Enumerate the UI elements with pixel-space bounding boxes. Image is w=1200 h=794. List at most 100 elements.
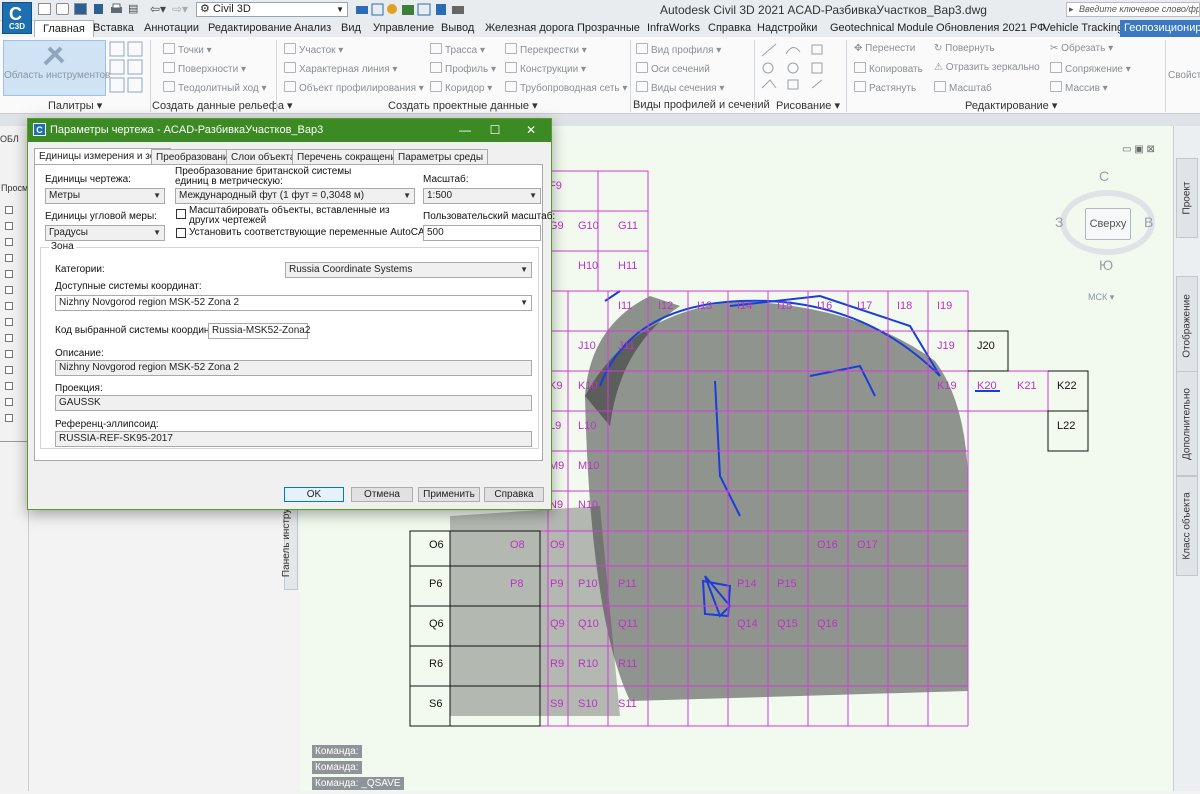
array-button[interactable]: Массив ▾	[1050, 81, 1108, 94]
tree-expander[interactable]	[5, 222, 13, 230]
tab-manage[interactable]: Управление	[373, 20, 434, 37]
viewport-window-controls[interactable]: ▭ ▣ ⊠	[1122, 144, 1155, 155]
design-panel-title[interactable]: Создать проектные данные ▾	[388, 99, 538, 112]
tab-infraworks[interactable]: InfraWorks	[647, 20, 700, 37]
tab-addins[interactable]: Надстройки	[757, 20, 817, 37]
tab-view[interactable]: Вид	[341, 20, 361, 37]
tab-object-class[interactable]: Класс объекта	[1176, 476, 1198, 576]
draw-panel-title[interactable]: Рисование ▾	[776, 99, 840, 112]
tab-display[interactable]: Отображение	[1176, 276, 1198, 376]
viewcube-north[interactable]: С	[1099, 168, 1109, 184]
tree-expander[interactable]	[5, 238, 13, 246]
tree-expander[interactable]	[5, 350, 13, 358]
tab-annotate[interactable]: Аннотации	[144, 20, 199, 37]
viewcube-east[interactable]: В	[1144, 214, 1153, 230]
scale-button[interactable]: Масштаб	[934, 81, 992, 94]
profile-button[interactable]: Профиль ▾	[430, 62, 496, 75]
move-button[interactable]: ✥ Перенести	[854, 43, 915, 54]
tree-expander[interactable]	[5, 334, 13, 342]
ok-button[interactable]: OK	[284, 487, 344, 502]
profile-view-button[interactable]: Вид профиля ▾	[636, 43, 721, 56]
close-button[interactable]: ✕	[516, 121, 546, 139]
tree-expander[interactable]	[5, 286, 13, 294]
imperial-conversion-select[interactable]: Международный фут (1 фут = 0,3048 м) ▼	[175, 188, 415, 204]
tab-ambient-settings[interactable]: Параметры среды	[393, 149, 489, 165]
points-button[interactable]: Точки ▾	[163, 43, 212, 56]
available-systems-select[interactable]: Nizhny Novgorod region MSK-52 Zona 2 ▼	[55, 295, 532, 311]
alignment-button[interactable]: Трасса ▾	[430, 43, 485, 56]
parcel-button[interactable]: Участок ▾	[284, 43, 343, 56]
rotate-button[interactable]: ↻ Повернуть	[934, 43, 995, 54]
minimize-button[interactable]: —	[450, 121, 480, 139]
batch-plot-icon[interactable]: ▤	[128, 2, 138, 15]
tree-expander[interactable]	[5, 270, 13, 278]
tree-expander[interactable]	[5, 414, 13, 422]
viewcube-top-face[interactable]: Сверху	[1085, 208, 1131, 240]
categories-select[interactable]: Russia Coordinate Systems ▼	[285, 262, 532, 278]
tab-vehicle-tracking[interactable]: Vehicle Tracking	[1043, 20, 1123, 37]
tab-output[interactable]: Вывод	[441, 20, 474, 37]
tab-geopositioning[interactable]: Геопозиционир	[1120, 20, 1200, 37]
pipe-network-button[interactable]: Трубопроводная сеть ▾	[505, 81, 627, 94]
properties-button[interactable]: Свойст	[1168, 70, 1200, 81]
tab-railway[interactable]: Железная дорога	[485, 20, 574, 37]
search-input[interactable]: ▸ Введите ключевое слово/фразу	[1066, 2, 1200, 17]
app-menu-button[interactable]: C C3D	[2, 2, 32, 34]
scale-objects-checkbox[interactable]	[176, 209, 186, 219]
dialog-title-bar[interactable]: C Параметры чертежа - ACAD-РазбивкаУчаст…	[28, 119, 551, 142]
custom-scale-input[interactable]: 500	[423, 225, 541, 241]
tab-updates[interactable]: Обновления 2021 РФ	[936, 20, 1046, 37]
tab-project[interactable]: Проект	[1176, 158, 1198, 238]
apply-button[interactable]: Применить	[418, 487, 480, 502]
tab-transparent[interactable]: Прозрачные	[577, 20, 640, 37]
tree-expander[interactable]	[5, 382, 13, 390]
workspace-select[interactable]: ⚙ Civil 3D ▼	[196, 2, 348, 17]
terrain-panel-title[interactable]: Создать данные рельефа ▾	[152, 99, 293, 112]
open-file-icon[interactable]	[56, 3, 69, 15]
surfaces-button[interactable]: Поверхности ▾	[163, 62, 246, 75]
traverse-button[interactable]: Теодолитный ход ▾	[163, 81, 267, 94]
tree-expander[interactable]	[5, 318, 13, 326]
intersections-button[interactable]: Перекрестки ▾	[505, 43, 587, 56]
tree-expander[interactable]	[5, 206, 13, 214]
viewcube-west[interactable]: З	[1055, 214, 1063, 230]
scale-select[interactable]: 1:500 ▼	[423, 188, 541, 204]
save-icon[interactable]	[74, 3, 87, 15]
structures-button[interactable]: Конструкции ▾	[505, 62, 586, 75]
drawing-units-select[interactable]: Метры ▼	[45, 188, 165, 204]
copy-button[interactable]: Копировать	[854, 62, 923, 75]
selected-code-field[interactable]: Russia-MSK52-Zona2	[208, 323, 310, 339]
tab-help[interactable]: Справка	[708, 20, 751, 37]
undo-icon[interactable]: ⇦▾	[150, 2, 166, 16]
tree-expander[interactable]	[5, 398, 13, 406]
tab-abbreviations[interactable]: Перечень сокращений	[292, 149, 407, 165]
tab-object-layers[interactable]: Слои объекта	[226, 149, 301, 165]
plot-icon[interactable]	[110, 3, 123, 15]
stretch-button[interactable]: Растянуть	[854, 81, 916, 94]
fillet-button[interactable]: Сопряжение ▾	[1050, 62, 1131, 75]
maximize-button[interactable]: ☐	[480, 121, 510, 139]
tab-home[interactable]: Главная	[34, 20, 94, 38]
mirror-button[interactable]: ⚠ Отразить зеркально	[934, 62, 1040, 73]
help-button[interactable]: Справка	[484, 487, 544, 502]
grading-button[interactable]: Объект профилирования ▾	[284, 81, 424, 94]
redo-icon[interactable]: ⇨▾	[172, 2, 188, 16]
tree-expander[interactable]	[5, 366, 13, 374]
corridor-button[interactable]: Коридор ▾	[430, 81, 492, 94]
trim-button[interactable]: ✂ Обрезать ▾	[1050, 43, 1113, 54]
tab-analyze[interactable]: Анализ	[294, 20, 331, 37]
palettes-panel-title[interactable]: Палитры ▾	[48, 99, 102, 112]
set-autocad-vars-checkbox[interactable]	[176, 228, 186, 238]
draw-tools-icons[interactable]	[760, 42, 842, 94]
tree-expander[interactable]	[5, 302, 13, 310]
ucs-menu[interactable]: МСК ▾	[1088, 292, 1114, 303]
cancel-button[interactable]: Отмена	[351, 487, 413, 502]
viewcube-south[interactable]: Ю	[1099, 257, 1113, 273]
new-file-icon[interactable]	[38, 3, 51, 15]
edit-panel-title[interactable]: Редактирование ▾	[965, 99, 1057, 112]
section-views-button[interactable]: Виды сечения ▾	[636, 81, 724, 94]
tool-palettes-button[interactable]: Область инструментов	[3, 40, 110, 96]
tree-expander[interactable]	[5, 254, 13, 262]
tab-modify[interactable]: Редактирование	[208, 20, 292, 37]
toolspace-tab[interactable]: ОБЛ	[0, 134, 19, 144]
